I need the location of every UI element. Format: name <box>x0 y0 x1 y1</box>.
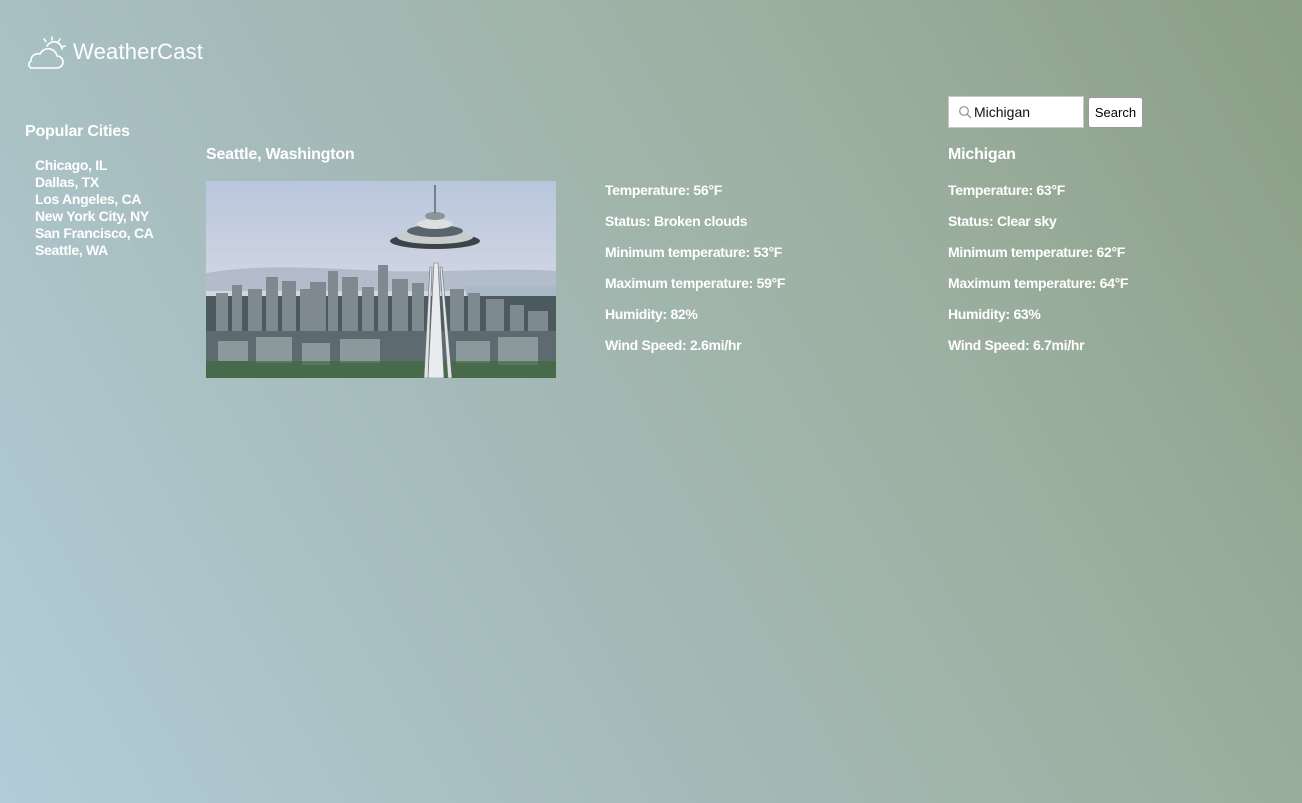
city-link-seattle[interactable]: Seattle, WA <box>35 242 185 259</box>
result-min-temperature: Minimum temperature: 62°F <box>948 244 1126 260</box>
featured-humidity: Humidity: 82% <box>605 306 698 322</box>
popular-cities-list: Chicago, IL Dallas, TX Los Angeles, CA N… <box>25 157 185 259</box>
result-max-temperature: Maximum temperature: 64°F <box>948 275 1129 291</box>
city-link-dallas[interactable]: Dallas, TX <box>35 174 185 191</box>
featured-weather-details: Temperature: 56°F Status: Broken clouds … <box>605 181 785 367</box>
popular-cities-heading: Popular Cities <box>25 123 130 140</box>
cloud-sun-icon <box>28 36 66 69</box>
search-input[interactable] <box>974 104 1078 120</box>
space-needle-skyline-photo <box>206 181 556 378</box>
featured-temperature: Temperature: 56°F <box>605 182 722 198</box>
featured-max-temperature: Maximum temperature: 59°F <box>605 275 786 291</box>
result-humidity: Humidity: 63% <box>948 306 1041 322</box>
city-link-new-york[interactable]: New York City, NY <box>35 208 185 225</box>
search-result-title: Michigan <box>948 146 1016 163</box>
featured-wind-speed: Wind Speed: 2.6mi/hr <box>605 337 742 353</box>
search-result-details: Temperature: 63°F Status: Clear sky Mini… <box>948 181 1128 367</box>
search-icon <box>959 106 972 119</box>
result-temperature: Temperature: 63°F <box>948 182 1065 198</box>
search-button[interactable]: Search <box>1088 97 1143 128</box>
app-title: WeatherCast <box>73 39 204 64</box>
app-logo[interactable]: WeatherCast <box>25 33 203 71</box>
city-photo <box>206 181 556 378</box>
result-status: Status: Clear sky <box>948 213 1057 229</box>
city-link-los-angeles[interactable]: Los Angeles, CA <box>35 191 185 208</box>
search-field[interactable] <box>948 96 1084 128</box>
featured-city-title: Seattle, Washington <box>206 146 355 163</box>
popular-cities-sidebar: Popular Cities Chicago, IL Dallas, TX Lo… <box>25 123 185 259</box>
result-wind-speed: Wind Speed: 6.7mi/hr <box>948 337 1085 353</box>
city-link-san-francisco[interactable]: San Francisco, CA <box>35 225 185 242</box>
city-link-chicago[interactable]: Chicago, IL <box>35 157 185 174</box>
featured-status: Status: Broken clouds <box>605 213 748 229</box>
featured-min-temperature: Minimum temperature: 53°F <box>605 244 783 260</box>
